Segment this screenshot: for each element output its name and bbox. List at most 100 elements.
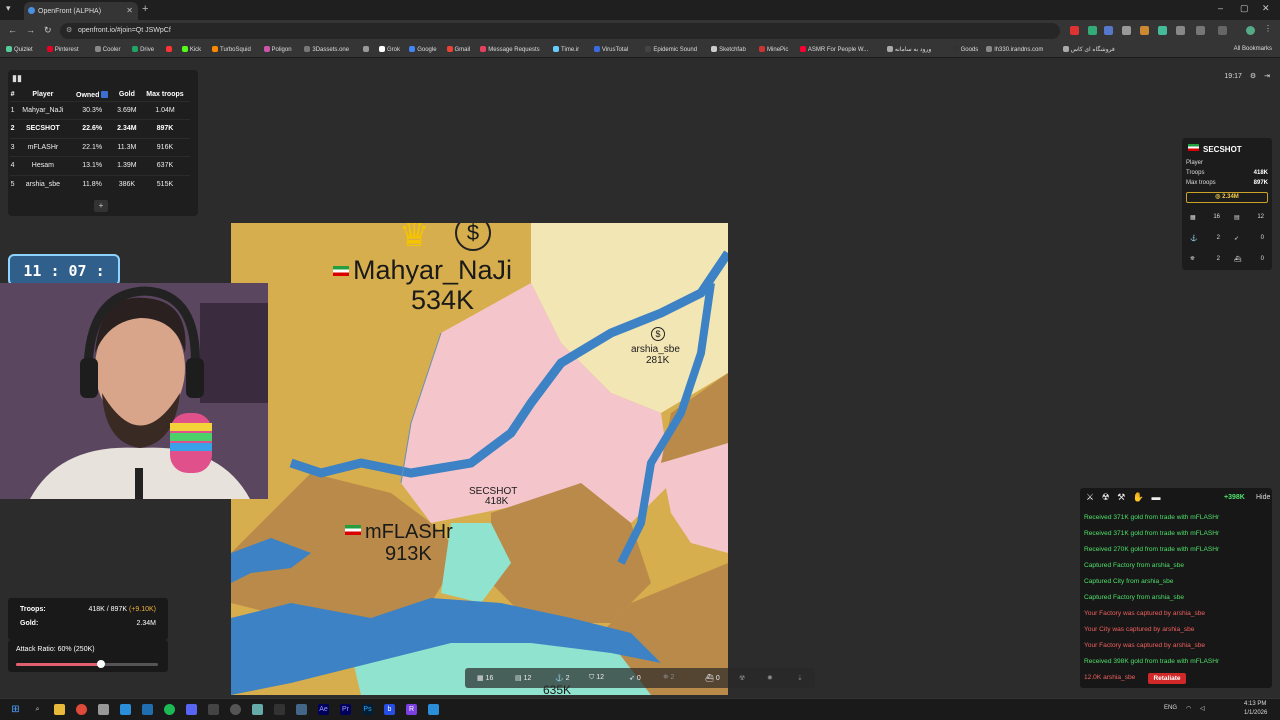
bookmark-item[interactable] <box>363 46 371 53</box>
browser-menu-icon[interactable]: ⋮ <box>1264 24 1273 33</box>
nuke-icon[interactable]: ☢ <box>1102 492 1110 502</box>
windows-start-icon[interactable]: ⊞ <box>10 704 21 715</box>
extension-icon[interactable] <box>1158 26 1167 35</box>
bookmark-item[interactable]: Cooler <box>94 46 120 53</box>
bookmark-item[interactable]: ASMR For People W... <box>799 46 868 53</box>
app-icon[interactable] <box>296 704 307 715</box>
header-gold[interactable]: Gold <box>114 89 140 101</box>
bookmark-item[interactable]: Pinterest <box>46 46 79 53</box>
header-max-troops[interactable]: Max troops <box>140 89 190 101</box>
bookmark-item[interactable]: TurboSquid <box>212 46 251 53</box>
bookmark-item[interactable]: Goods <box>952 46 978 53</box>
bookmark-item[interactable]: فروشگاه ای کاس <box>1062 46 1115 53</box>
forward-icon[interactable]: → <box>26 25 35 35</box>
bookmark-item[interactable]: Message Requests <box>480 46 540 53</box>
bookmark-item[interactable]: Google <box>409 46 437 53</box>
discord-icon[interactable] <box>186 704 197 715</box>
site-info-icon[interactable]: ⚙ <box>66 26 72 34</box>
extension-icon[interactable] <box>1088 26 1097 35</box>
extension-icon[interactable] <box>1218 26 1227 35</box>
search-icon[interactable]: ⌕ <box>32 704 43 715</box>
retaliate-button[interactable]: Retaliate <box>1148 673 1186 684</box>
file-explorer-icon[interactable] <box>54 704 65 715</box>
bookmark-item[interactable]: Poligon <box>263 46 292 53</box>
after-effects-icon[interactable]: Ae <box>318 704 329 715</box>
extension-icon[interactable] <box>1070 26 1079 35</box>
sort-icon[interactable] <box>101 90 109 98</box>
reload-icon[interactable]: ↻ <box>44 25 52 36</box>
leaderboard-row[interactable]: 1 Mahyar_NaJi 30.3% 3.69M 1.04M <box>10 100 190 120</box>
silo-count[interactable]: ⛯ 2 <box>663 674 674 682</box>
profile-avatar-icon[interactable] <box>1246 26 1255 35</box>
sword-icon[interactable]: ⚔ <box>1086 492 1094 502</box>
hide-events-button[interactable]: Hide <box>1256 494 1270 501</box>
leaderboard-expand-button[interactable]: + <box>94 200 108 212</box>
extension-icon[interactable] <box>1140 26 1149 35</box>
defense-count[interactable]: ⛉ 12 <box>589 674 604 682</box>
leaderboard-row[interactable]: 3 mFLASHr 22.1% 11.3M 916K <box>10 137 190 157</box>
all-bookmarks-link[interactable]: All Bookmarks <box>1234 46 1272 52</box>
app-icon[interactable] <box>98 704 109 715</box>
volume-icon[interactable]: ◁ <box>1200 705 1205 712</box>
bookmark-item[interactable]: VirusTotal <box>593 46 628 53</box>
extension-icon[interactable] <box>1104 26 1113 35</box>
chat-icon[interactable]: ▬ <box>1152 492 1161 502</box>
mirv-icon[interactable]: ⇣ <box>797 674 803 682</box>
extension-icon[interactable] <box>1196 26 1205 35</box>
leaderboard-row[interactable]: 5 arshia_sbe 11.8% 386K 515K <box>10 174 190 194</box>
sam-count[interactable]: ➶ 0 <box>629 674 641 682</box>
attack-ratio-slider[interactable] <box>16 660 158 668</box>
settings-icon[interactable]: ⚙ <box>1250 73 1256 80</box>
bookmark-item[interactable]: Quizlet <box>6 46 33 53</box>
steam-icon[interactable] <box>142 704 153 715</box>
factory-count[interactable]: ▤ 12 <box>515 674 531 682</box>
bookmark-item[interactable]: Gmail <box>446 46 470 53</box>
app-icon[interactable] <box>252 704 263 715</box>
app-icon[interactable] <box>428 704 439 715</box>
city-count[interactable]: ▦ 16 <box>477 674 493 682</box>
photoshop-icon[interactable]: Ps <box>362 704 373 715</box>
atom-bomb-icon[interactable]: ☢ <box>739 674 745 682</box>
premiere-icon[interactable]: Pr <box>340 704 351 715</box>
new-tab-icon[interactable]: + <box>142 3 148 15</box>
clock-time[interactable]: 4:13 PM <box>1244 701 1266 707</box>
bookmark-item[interactable]: MinePic <box>759 46 788 53</box>
close-tab-icon[interactable]: ✕ <box>126 6 133 15</box>
port-count[interactable]: ⚓ 2 <box>555 674 570 682</box>
bookmark-item[interactable]: ورود به سامانه <box>886 46 931 53</box>
maximize-icon[interactable]: ▢ <box>1240 3 1249 14</box>
bookmark-item[interactable]: Epidemic Sound <box>645 46 697 53</box>
bookmark-item[interactable] <box>165 46 174 53</box>
language-indicator[interactable]: ENG <box>1164 705 1177 711</box>
bookmark-item[interactable]: lh330.irandns.com <box>986 46 1043 53</box>
clock-date[interactable]: 1/1/2026 <box>1244 710 1267 716</box>
trade-icon[interactable]: ⚒ <box>1117 492 1125 502</box>
app-icon[interactable]: b <box>384 704 395 715</box>
bookmark-item[interactable]: Time.ir <box>553 46 579 53</box>
bookmark-item[interactable]: Drive <box>132 46 154 53</box>
leaderboard-row[interactable]: 4 Hesam 13.1% 1.39M 637K <box>10 156 190 175</box>
close-window-icon[interactable]: ✕ <box>1262 3 1270 14</box>
bookmark-item[interactable]: Sketchfab <box>711 46 746 53</box>
url-input[interactable]: ⚙ openfront.io/#join=Qt JSWpCf <box>60 23 1060 39</box>
bookmark-item[interactable]: Kick <box>181 46 201 53</box>
leaderboard-row[interactable]: 2 SECSHOT 22.6% 2.34M 897K <box>10 119 190 138</box>
extension-icon[interactable] <box>1122 26 1131 35</box>
hydrogen-bomb-icon[interactable]: ✹ <box>767 674 773 682</box>
bookmark-item[interactable]: Grok <box>379 46 400 53</box>
tab-menu-icon[interactable]: ▾ <box>6 3 11 14</box>
header-player[interactable]: Player <box>15 89 70 101</box>
alliance-icon[interactable]: ✋ <box>1133 492 1144 502</box>
spotify-icon[interactable] <box>164 704 175 715</box>
warship-count[interactable]: ⛴ 0 <box>705 674 720 682</box>
app-icon[interactable] <box>274 704 285 715</box>
game-map[interactable]: ♛ $ Mahyar_NaJi 534K $ arshia_sbe 281K S… <box>231 223 728 695</box>
telegram-icon[interactable] <box>120 704 131 715</box>
obs-icon[interactable] <box>230 704 241 715</box>
bookmark-item[interactable]: 3Dassets.one <box>304 46 349 53</box>
rider-icon[interactable]: R <box>406 704 417 715</box>
minimize-icon[interactable]: – <box>1218 3 1223 13</box>
leaderboard-toggle-icon[interactable]: ▮▮ <box>12 73 22 84</box>
app-icon[interactable] <box>208 704 219 715</box>
wifi-icon[interactable]: ◠ <box>1186 705 1191 712</box>
